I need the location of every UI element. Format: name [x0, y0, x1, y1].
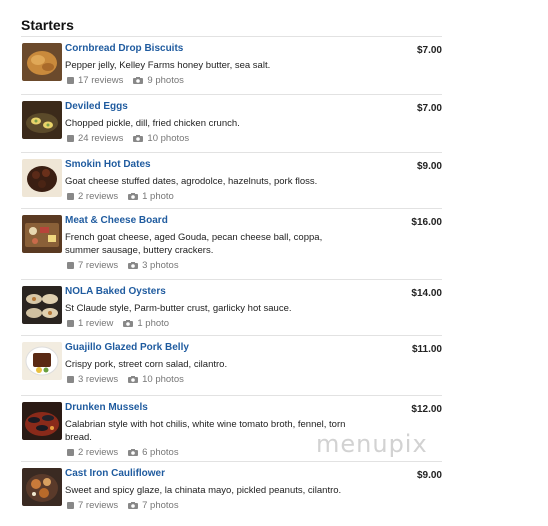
item-name-link[interactable]: Guajillo Glazed Pork Belly — [65, 342, 189, 353]
item-name-link[interactable]: Smokin Hot Dates — [65, 159, 151, 170]
item-name-link[interactable]: Cornbread Drop Biscuits — [65, 43, 183, 54]
item-photo[interactable] — [22, 342, 62, 380]
camera-icon — [133, 77, 144, 84]
item-meta: 24 reviews 10 photos — [67, 133, 189, 144]
item-photo[interactable] — [22, 159, 62, 197]
menu-item: Cornbread Drop Biscuits Pepper jelly, Ke… — [21, 36, 442, 94]
section-title: Starters — [21, 17, 74, 33]
review-icon — [67, 320, 74, 327]
item-description: Crispy pork, street corn salad, cilantro… — [65, 359, 228, 370]
item-meta: 3 reviews 10 photos — [67, 374, 184, 385]
item-price: $9.00 — [416, 161, 442, 172]
item-description: St Claude style, Parm-butter crust, garl… — [65, 303, 292, 314]
item-price: $14.00 — [411, 288, 442, 299]
item-price: $9.00 — [416, 470, 442, 481]
reviews-link[interactable]: 1 review — [78, 318, 113, 329]
item-meta: 7 reviews 7 photos — [67, 500, 179, 511]
item-meta: 7 reviews 3 photos — [67, 260, 179, 271]
item-photo[interactable] — [22, 468, 62, 506]
photos-link[interactable]: 10 photos — [142, 374, 184, 385]
review-icon — [67, 193, 74, 200]
menu-item: Meat & Cheese Board French goat cheese, … — [21, 208, 442, 279]
item-meta: 17 reviews 9 photos — [67, 75, 184, 86]
review-icon — [67, 135, 74, 142]
reviews-link[interactable]: 7 reviews — [78, 260, 118, 271]
item-price: $16.00 — [411, 217, 442, 228]
photos-link[interactable]: 3 photos — [142, 260, 178, 271]
menu-item: Smokin Hot Dates Goat cheese stuffed dat… — [21, 152, 442, 208]
item-photo[interactable] — [22, 215, 62, 253]
reviews-link[interactable]: 3 reviews — [78, 374, 118, 385]
item-price: $7.00 — [416, 45, 442, 56]
item-description: French goat cheese, aged Gouda, pecan ch… — [65, 232, 323, 256]
item-photo[interactable] — [22, 286, 62, 324]
reviews-link[interactable]: 2 reviews — [78, 191, 118, 202]
photos-link[interactable]: 6 photos — [142, 447, 178, 458]
camera-icon — [128, 193, 139, 200]
reviews-link[interactable]: 2 reviews — [78, 447, 118, 458]
photos-link[interactable]: 1 photo — [137, 318, 169, 329]
photos-link[interactable]: 1 photo — [142, 191, 174, 202]
item-description: Goat cheese stuffed dates, agrodolce, ha… — [65, 176, 318, 187]
item-price: $7.00 — [416, 103, 442, 114]
menu-item: Deviled Eggs Chopped pickle, dill, fried… — [21, 94, 442, 152]
camera-icon — [123, 320, 134, 327]
item-name-link[interactable]: Meat & Cheese Board — [65, 215, 168, 226]
item-photo[interactable] — [22, 101, 62, 139]
menu-item: NOLA Baked Oysters St Claude style, Parm… — [21, 279, 442, 335]
item-name-link[interactable]: Deviled Eggs — [65, 101, 128, 112]
watermark: menupix — [316, 430, 428, 458]
review-icon — [67, 449, 74, 456]
item-photo[interactable] — [22, 402, 62, 440]
photos-link[interactable]: 9 photos — [147, 75, 183, 86]
item-description: Calabrian style with hot chilis, white w… — [65, 419, 346, 443]
item-meta: 2 reviews 6 photos — [67, 447, 179, 458]
photos-link[interactable]: 7 photos — [142, 500, 178, 511]
reviews-link[interactable]: 7 reviews — [78, 500, 118, 511]
review-icon — [67, 262, 74, 269]
item-photo[interactable] — [22, 43, 62, 81]
item-meta: 1 review 1 photo — [67, 318, 169, 329]
reviews-link[interactable]: 17 reviews — [78, 75, 123, 86]
reviews-link[interactable]: 24 reviews — [78, 133, 123, 144]
item-description: Pepper jelly, Kelley Farms honey butter,… — [65, 60, 271, 71]
item-name-link[interactable]: NOLA Baked Oysters — [65, 286, 166, 297]
item-price: $12.00 — [411, 404, 442, 415]
camera-icon — [128, 449, 139, 456]
review-icon — [67, 77, 74, 84]
menu-item: Cast Iron Cauliflower Sweet and spicy gl… — [21, 461, 442, 518]
item-meta: 2 reviews 1 photo — [67, 191, 174, 202]
menu-item: Guajillo Glazed Pork Belly Crispy pork, … — [21, 335, 442, 395]
item-name-link[interactable]: Cast Iron Cauliflower — [65, 468, 165, 479]
camera-icon — [128, 262, 139, 269]
item-description: Chopped pickle, dill, fried chicken crun… — [65, 118, 240, 129]
item-description: Sweet and spicy glaze, la chinata mayo, … — [65, 485, 342, 496]
review-icon — [67, 376, 74, 383]
camera-icon — [128, 502, 139, 509]
camera-icon — [128, 376, 139, 383]
camera-icon — [133, 135, 144, 142]
item-name-link[interactable]: Drunken Mussels — [65, 402, 148, 413]
review-icon — [67, 502, 74, 509]
photos-link[interactable]: 10 photos — [147, 133, 189, 144]
item-price: $11.00 — [411, 344, 442, 355]
